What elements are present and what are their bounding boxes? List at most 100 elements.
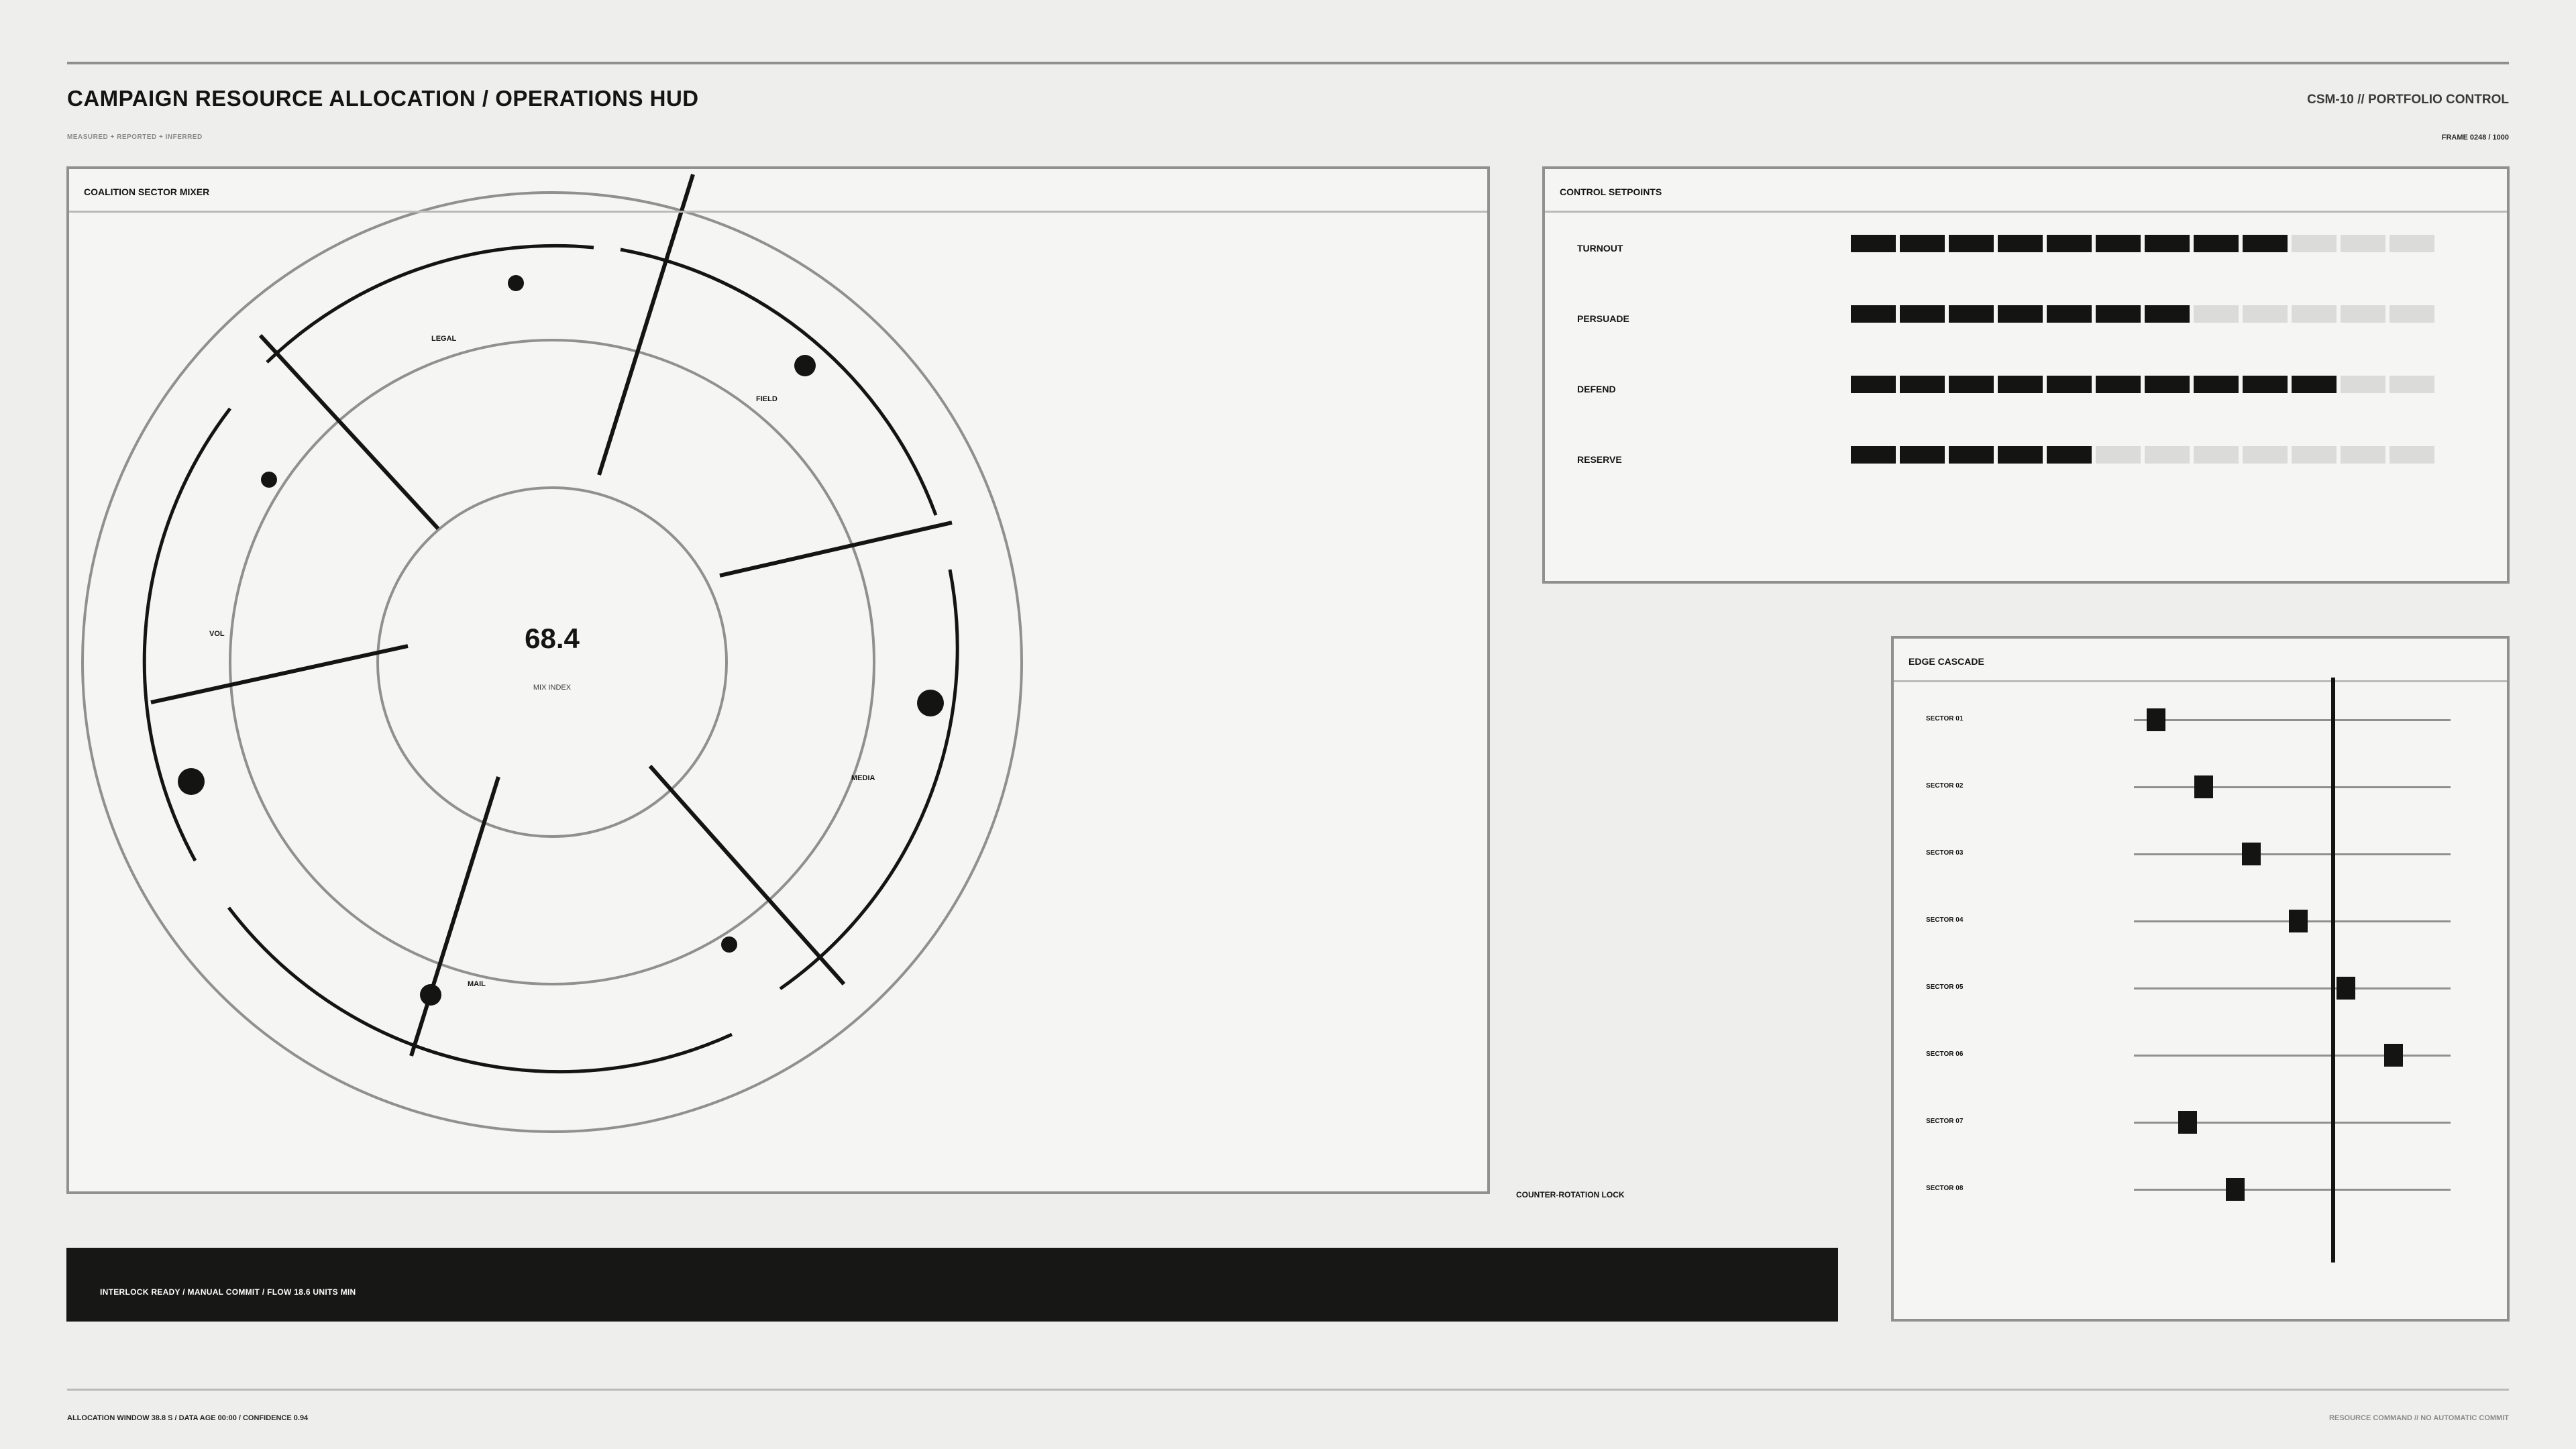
setpoint-segment[interactable] <box>1949 376 1994 393</box>
node-marker[interactable] <box>261 472 277 488</box>
status-text: INTERLOCK READY / MANUAL COMMIT / FLOW 1… <box>100 1287 356 1297</box>
setpoint-segment[interactable] <box>2243 235 2288 252</box>
setpoint-segment[interactable] <box>2292 446 2337 464</box>
cascade-sector-label: SECTOR 02 <box>1926 782 1964 790</box>
page-title: CAMPAIGN RESOURCE ALLOCATION / OPERATION… <box>67 86 699 111</box>
cascade-track[interactable] <box>2134 853 2451 855</box>
node-marker[interactable] <box>420 984 441 1006</box>
coalition-sector-mixer-panel: LEGAL FIELD VOL MEDIA MAIL 68.4 MIX INDE… <box>66 166 1490 1194</box>
node-marker[interactable] <box>794 355 816 376</box>
node-marker[interactable] <box>721 936 737 953</box>
setpoint-segment[interactable] <box>2243 305 2288 323</box>
setpoint-segment[interactable] <box>2096 376 2141 393</box>
setpoint-segment[interactable] <box>2390 235 2434 252</box>
setpoint-segment[interactable] <box>1851 446 1896 464</box>
cascade-sector-label: SECTOR 05 <box>1926 983 1964 991</box>
sector-mixer-dial[interactable]: LEGAL FIELD VOL MEDIA MAIL 68.4 MIX INDE… <box>69 169 1487 1191</box>
cascade-knob[interactable] <box>2384 1044 2404 1067</box>
setpoint-segment[interactable] <box>1949 305 1994 323</box>
sector-arc-legal[interactable] <box>266 244 594 364</box>
setpoint-segment[interactable] <box>2047 305 2092 323</box>
node-marker[interactable] <box>508 275 524 291</box>
setpoint-segment[interactable] <box>2194 235 2239 252</box>
panel-title: CONTROL SETPOINTS <box>1560 186 1662 197</box>
setpoint-segment[interactable] <box>1949 446 1994 464</box>
setpoint-segment[interactable] <box>2341 446 2385 464</box>
node-marker[interactable] <box>917 690 944 716</box>
sector-arc-field[interactable] <box>620 248 938 516</box>
sector-label-vol: VOL <box>209 630 225 638</box>
cascade-track[interactable] <box>2134 987 2451 989</box>
sector-label-media: MEDIA <box>851 774 875 782</box>
setpoint-segment[interactable] <box>2390 446 2434 464</box>
setpoint-bar[interactable] <box>1851 376 2434 393</box>
setpoint-bar[interactable] <box>1851 446 2434 464</box>
spoke-mail[interactable] <box>409 776 500 1057</box>
cascade-knob[interactable] <box>2337 977 2356 1000</box>
setpoint-segment[interactable] <box>2096 446 2141 464</box>
setpoint-segment[interactable] <box>2047 235 2092 252</box>
cascade-track[interactable] <box>2134 786 2451 788</box>
setpoint-segment[interactable] <box>2341 235 2385 252</box>
setpoint-segment[interactable] <box>2194 376 2239 393</box>
spoke-media[interactable] <box>719 521 953 578</box>
setpoint-segment[interactable] <box>1900 235 1945 252</box>
top-rule <box>67 62 2509 64</box>
setpoint-segment[interactable] <box>2390 305 2434 323</box>
cascade-knob[interactable] <box>2194 775 2213 798</box>
setpoint-segment[interactable] <box>2243 376 2288 393</box>
setpoint-segment[interactable] <box>2341 305 2385 323</box>
setpoint-segment[interactable] <box>1900 376 1945 393</box>
setpoint-segment[interactable] <box>1949 235 1994 252</box>
setpoint-segment[interactable] <box>1998 305 2043 323</box>
cascade-knob[interactable] <box>2147 708 2166 731</box>
cascade-knob[interactable] <box>2178 1111 2198 1134</box>
setpoint-segment[interactable] <box>2145 235 2190 252</box>
setpoint-segment[interactable] <box>2096 305 2141 323</box>
cascade-knob[interactable] <box>2241 843 2261 865</box>
spoke-field[interactable] <box>597 174 695 476</box>
spoke-legal[interactable] <box>258 333 440 531</box>
spoke-media-lower[interactable] <box>648 765 846 985</box>
setpoint-segment[interactable] <box>2390 376 2434 393</box>
panel-header: COALITION SECTOR MIXER <box>69 169 1487 213</box>
setpoint-label: DEFEND <box>1577 384 1616 394</box>
setpoint-segment[interactable] <box>1900 305 1945 323</box>
cascade-sector-label: SECTOR 03 <box>1926 849 1964 857</box>
setpoint-segment[interactable] <box>2145 376 2190 393</box>
setpoint-segment[interactable] <box>2145 305 2190 323</box>
setpoint-segment[interactable] <box>1998 376 2043 393</box>
status-bar: INTERLOCK READY / MANUAL COMMIT / FLOW 1… <box>66 1248 1838 1322</box>
setpoint-segment[interactable] <box>2194 446 2239 464</box>
setpoint-segment[interactable] <box>1851 376 1896 393</box>
setpoint-segment[interactable] <box>2243 446 2288 464</box>
cascade-track[interactable] <box>2134 1055 2451 1057</box>
node-marker[interactable] <box>178 768 205 795</box>
setpoint-segment[interactable] <box>2145 446 2190 464</box>
lock-line[interactable] <box>2331 678 2336 1263</box>
setpoint-segment[interactable] <box>2292 376 2337 393</box>
setpoint-segment[interactable] <box>2194 305 2239 323</box>
setpoint-bar[interactable] <box>1851 235 2434 252</box>
setpoint-segment[interactable] <box>2047 446 2092 464</box>
counter-rotation-lock-label: COUNTER-ROTATION LOCK <box>1516 1190 1625 1199</box>
setpoint-segment[interactable] <box>2292 235 2337 252</box>
setpoint-segment[interactable] <box>1851 305 1896 323</box>
cascade-knob[interactable] <box>2289 910 2308 932</box>
cascade-track[interactable] <box>2134 719 2451 721</box>
setpoint-segment[interactable] <box>1998 235 2043 252</box>
cascade-track[interactable] <box>2134 1189 2451 1191</box>
setpoint-segment[interactable] <box>1851 235 1896 252</box>
cascade-sector-label: SECTOR 08 <box>1926 1185 1964 1192</box>
setpoint-segment[interactable] <box>2096 235 2141 252</box>
spoke-vol[interactable] <box>150 644 409 704</box>
setpoint-segment[interactable] <box>1900 446 1945 464</box>
setpoint-bar[interactable] <box>1851 305 2434 323</box>
setpoint-segment[interactable] <box>2341 376 2385 393</box>
sector-arc-mail[interactable] <box>227 906 733 1074</box>
cascade-knob[interactable] <box>2226 1178 2245 1201</box>
setpoint-segment[interactable] <box>2292 305 2337 323</box>
setpoint-segment[interactable] <box>2047 376 2092 393</box>
panel-title: COALITION SECTOR MIXER <box>84 186 210 197</box>
setpoint-segment[interactable] <box>1998 446 2043 464</box>
